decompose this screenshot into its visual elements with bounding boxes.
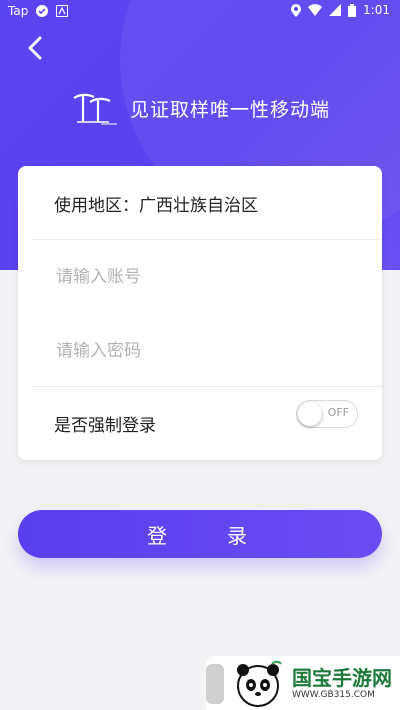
status-app-label: Tap [8, 4, 29, 18]
password-row [32, 314, 382, 388]
watermark-edge [206, 664, 224, 704]
page-title: 见证取样唯一性移动端 [129, 98, 330, 121]
watermark-url: WWW.GB315.COM [292, 690, 375, 700]
area-row: 使用地区 ： 广西壮族自治区 [32, 166, 382, 240]
watermark-title: 国宝手游网 [292, 666, 392, 690]
app-circle-icon [36, 5, 49, 17]
account-row [32, 240, 382, 314]
area-label: 使用地区 [54, 195, 122, 216]
toggle-state-label: OFF [327, 406, 349, 419]
account-input[interactable] [54, 266, 348, 288]
app-logo-icon [73, 93, 117, 125]
area-value: 广西壮族自治区 [139, 195, 258, 216]
location-icon [291, 3, 302, 17]
brand-header: 见证取样唯一性移动端 [0, 88, 400, 128]
force-login-label: 是否强制登录 [54, 415, 156, 436]
area-colon: ： [122, 195, 139, 216]
panda-logo-icon [237, 660, 282, 707]
text-a-icon [56, 5, 69, 17]
wifi-icon [308, 4, 323, 16]
status-time: 1:01 [363, 3, 390, 17]
battery-icon [348, 3, 357, 17]
back-arrow-icon[interactable] [22, 34, 50, 62]
login-button[interactable]: 登录 [18, 510, 382, 558]
status-bar: Tap 1:01 [0, 0, 400, 22]
login-form-card: 使用地区 ： 广西壮族自治区 是否强制登录 OFF [18, 166, 382, 460]
password-input[interactable] [54, 340, 348, 362]
signal-icon [329, 4, 342, 16]
watermark: 国宝手游网 WWW.GB315.COM [206, 656, 400, 710]
force-login-toggle[interactable]: OFF [296, 400, 358, 428]
toggle-knob [298, 402, 322, 426]
